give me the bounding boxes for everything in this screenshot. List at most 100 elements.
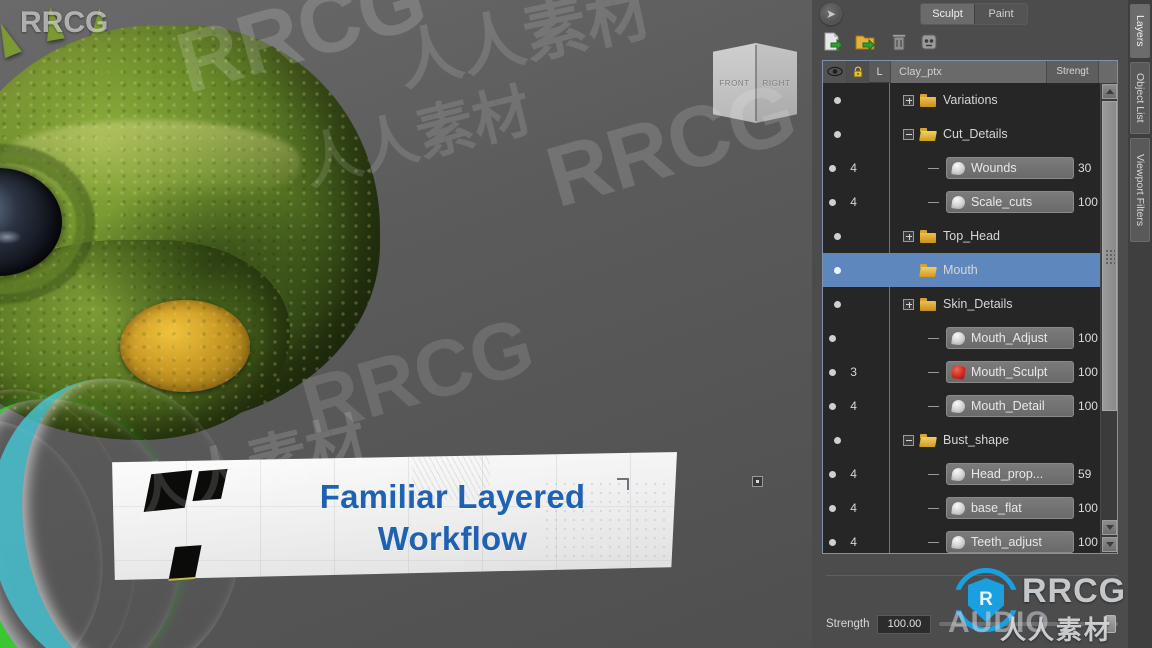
layer-list-scrollbar[interactable] (1100, 83, 1117, 553)
layer-name-pill[interactable]: Mouth_Adjust (945, 327, 1074, 349)
layer-visibility-toggle[interactable] (823, 266, 851, 274)
tab-sculpt[interactable]: Sculpt (921, 4, 974, 24)
layer-visibility-toggle[interactable] (823, 96, 851, 104)
layer-subdivision-level: 4 (850, 467, 857, 481)
layer-visibility-toggle[interactable] (823, 538, 841, 546)
strength-label: Strength (826, 618, 870, 630)
layer-row[interactable]: 4 Mouth_Detail 100 (823, 389, 1117, 423)
layer-row[interactable]: Skin_Details (823, 287, 1117, 321)
layer-visibility-toggle[interactable] (823, 130, 851, 138)
tab-viewport-filters[interactable]: Viewport Filters (1130, 138, 1150, 242)
tree-branch (927, 371, 939, 373)
scroll-up-icon[interactable] (1102, 84, 1117, 99)
column-header-strength[interactable]: Strengt (1047, 60, 1099, 83)
scrollbar-thumb[interactable] (1102, 101, 1117, 411)
collapse-icon[interactable] (903, 434, 914, 446)
visibility-dot-icon (833, 266, 841, 274)
tree-branch (927, 201, 939, 203)
eye-highlight (0, 180, 1, 218)
layer-subdivision-level: 4 (850, 161, 857, 175)
title-line-2: Workflow (377, 520, 528, 557)
strength-value-field[interactable]: 100.00 (877, 614, 932, 634)
expand-icon[interactable] (903, 298, 914, 310)
folder-closed-icon (920, 297, 936, 311)
tab-paint[interactable]: Paint (974, 4, 1027, 24)
layer-row[interactable]: 4 base_flat 100 (823, 491, 1117, 525)
layer-row[interactable]: 3 Mouth_Sculpt 100 (823, 355, 1117, 389)
layer-visibility-toggle[interactable] (823, 504, 841, 512)
strength-slider-knob[interactable] (1105, 615, 1116, 633)
layer-visibility-toggle[interactable] (823, 198, 841, 206)
eye-icon[interactable] (823, 60, 847, 83)
expand-icon[interactable] (903, 230, 914, 242)
layer-name-pill[interactable]: Mouth_Sculpt (945, 361, 1074, 383)
layer-row[interactable]: Variations (823, 83, 1117, 117)
layer-name: Skin_Details (943, 297, 1013, 311)
new-layer-icon[interactable] (822, 31, 844, 53)
layer-visibility-toggle[interactable] (823, 334, 841, 342)
visibility-dot-icon (833, 96, 841, 104)
panel-tab-rail: Layers Object List Viewport Filters (1128, 0, 1152, 648)
folder-open-icon (919, 433, 937, 447)
layers-panel: ➤ Sculpt Paint L Clay_ptx Strengt Variat… (812, 0, 1128, 648)
layer-row-body: Variations (889, 93, 1053, 107)
visibility-dot-icon (833, 300, 841, 308)
merge-icon[interactable] (918, 31, 940, 53)
scrollbar-grip (1106, 250, 1115, 264)
view-cube-edge (755, 45, 757, 121)
tab-layers[interactable]: Layers (1130, 4, 1150, 58)
layer-row-body: Cut_Details (889, 127, 1053, 141)
layer-row[interactable]: 4 Scale_cuts 100 (823, 185, 1117, 219)
eye-highlight (0, 230, 22, 244)
layer-name-pill[interactable]: Mouth_Detail (945, 395, 1074, 417)
layer-visibility-toggle[interactable] (823, 232, 851, 240)
layer-row[interactable]: Bust_shape (823, 423, 1117, 457)
layer-row[interactable]: Mouth (823, 253, 1117, 287)
layer-row[interactable]: Mouth_Adjust 100 (823, 321, 1117, 355)
layer-row[interactable]: Cut_Details (823, 117, 1117, 151)
layer-row-body: Head_prop... (866, 463, 1074, 485)
trash-icon[interactable] (888, 31, 910, 53)
layer-row[interactable]: 4 Teeth_adjust 100 (823, 525, 1117, 553)
layer-visibility-toggle[interactable] (823, 368, 841, 376)
visibility-dot-icon (828, 402, 836, 410)
ribbon-cutout (143, 470, 193, 512)
layer-visibility-toggle[interactable] (823, 436, 851, 444)
head-spike (0, 19, 22, 59)
layer-row[interactable]: 4 Head_prop... 59 (823, 457, 1117, 491)
layer-visibility-toggle[interactable] (823, 470, 841, 478)
lock-icon[interactable] (847, 60, 869, 83)
layer-name-pill[interactable]: Head_prop... (945, 463, 1074, 485)
scroll-down-icon[interactable] (1102, 537, 1117, 552)
layer-record-icon (951, 364, 966, 380)
layer-list[interactable]: L Clay_ptx Strengt Variations Cut_Details… (822, 60, 1118, 554)
layer-name-pill[interactable]: base_flat (945, 497, 1074, 519)
layer-visibility-toggle[interactable] (823, 164, 841, 172)
column-header-name[interactable]: Clay_ptx (891, 60, 1047, 83)
view-cube[interactable]: FRONT RIGHT (713, 43, 797, 123)
expand-icon[interactable] (903, 94, 914, 106)
new-folder-icon[interactable] (854, 31, 876, 53)
layer-row[interactable]: Top_Head (823, 219, 1117, 253)
visibility-dot-icon (828, 198, 836, 206)
tab-object-list[interactable]: Object List (1130, 62, 1150, 134)
chevron-right-icon[interactable]: ➤ (820, 3, 842, 25)
layer-visibility-toggle[interactable] (823, 402, 841, 410)
strength-slider-track[interactable] (939, 615, 1118, 633)
3d-viewport[interactable]: Familiar Layered Workflow FRONT RIGHT RR… (0, 0, 812, 648)
layer-subdivision-level: 4 (850, 535, 857, 549)
layers-toolbar (812, 28, 1128, 56)
layer-name-pill[interactable]: Scale_cuts (945, 191, 1074, 213)
scroll-down-icon[interactable] (1102, 520, 1117, 535)
layer-row[interactable]: 4 Wounds 30 (823, 151, 1117, 185)
layer-name-pill[interactable]: Teeth_adjust (945, 531, 1074, 553)
layer-row-body: Teeth_adjust (866, 531, 1074, 553)
layer-name-pill[interactable]: Wounds (945, 157, 1074, 179)
layer-name: Mouth (943, 263, 978, 277)
layer-visibility-toggle[interactable] (823, 300, 851, 308)
view-cube-right-face[interactable]: RIGHT (756, 43, 797, 123)
column-header-l[interactable]: L (869, 60, 891, 83)
view-cube-front-face[interactable]: FRONT (713, 43, 756, 123)
layer-sculpt-icon (951, 330, 966, 346)
collapse-icon[interactable] (903, 128, 914, 140)
